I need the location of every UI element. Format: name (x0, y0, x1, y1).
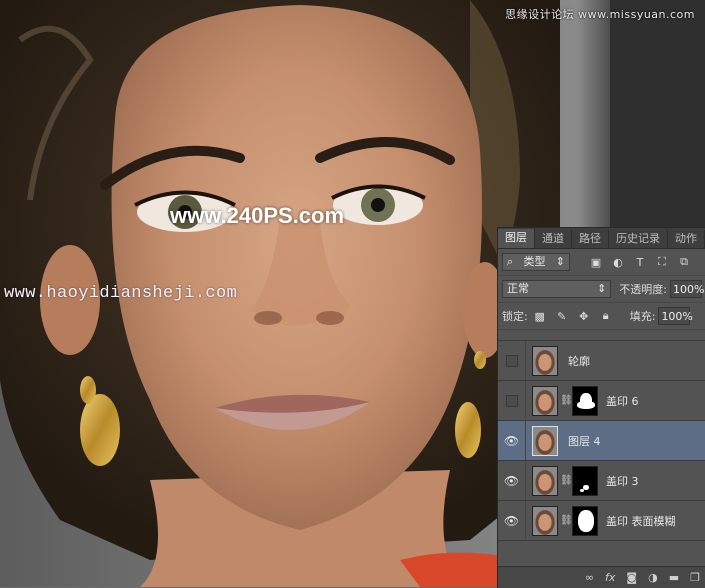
lock-row: 锁定: ▩ ✎ ✥ 🔒︎ 填充: 100% (498, 303, 705, 330)
updown-icon: ⇕ (555, 255, 565, 268)
visibility-toggle[interactable] (498, 341, 526, 380)
opacity-input[interactable]: 100% (670, 280, 704, 298)
smart-object-filter-icon[interactable]: ⧉ (676, 254, 692, 270)
layer-name: 图层 4 (568, 434, 601, 448)
layer-filter-row: ⌕ 类型 ⇕ ▣ ◐ T ⛶ ⧉ (498, 249, 705, 276)
adjustment-filter-icon[interactable]: ◐ (610, 254, 626, 270)
tab-history[interactable]: 历史记录 (609, 230, 668, 248)
layer-row-partial (498, 330, 705, 341)
layer-mask-thumbnail[interactable] (572, 505, 598, 536)
hidden-box-icon (505, 394, 518, 407)
layer-thumbnail (532, 345, 558, 376)
hidden-box-icon (505, 354, 518, 367)
layer-row-stamp-6[interactable]: ⛓ 盖印 6 (498, 381, 705, 421)
eye-icon: 👁︎ (503, 473, 520, 488)
fill-input[interactable]: 100% (658, 307, 693, 325)
layer-thumbnail (532, 385, 558, 416)
lock-label: 锁定: (502, 310, 528, 323)
layer-name: 盖印 表面模糊 (606, 514, 676, 528)
new-layer-icon[interactable]: ❐ (690, 571, 700, 584)
layer-name: 盖印 3 (606, 474, 639, 488)
forum-watermark: 思缘设计论坛 www.missyuan.com (505, 8, 695, 21)
visibility-toggle[interactable]: 👁︎ (498, 501, 526, 540)
layer-mask-thumbnail[interactable] (572, 385, 598, 416)
layer-thumbnail (532, 425, 558, 456)
tab-paths[interactable]: 路径 (572, 230, 609, 248)
lock-image-icon[interactable]: ✎ (554, 308, 570, 324)
eye-icon: 👁︎ (503, 513, 520, 528)
tab-channels[interactable]: 通道 (535, 230, 572, 248)
image-filter-icon[interactable]: ▣ (588, 254, 604, 270)
fill-label: 填充: (629, 310, 656, 323)
url-watermark: www.haoyidiansheji.com (4, 284, 238, 303)
visibility-toggle[interactable]: 👁︎ (498, 421, 526, 460)
layer-row-stamp-surface-blur[interactable]: 👁︎ ⛓ 盖印 表面模糊 (498, 501, 705, 541)
filter-kind-label: 类型 (523, 255, 546, 268)
filter-kind-select[interactable]: ⌕ 类型 ⇕ (502, 253, 570, 271)
layer-name: 轮廓 (568, 354, 590, 368)
layer-thumbnail (532, 505, 558, 536)
visibility-toggle[interactable]: 👁︎ (498, 461, 526, 500)
chain-link-icon[interactable]: ⛓ (560, 475, 573, 486)
layers-panel: 图层 通道 路径 历史记录 动作 ⌕ 类型 ⇕ ▣ ◐ T ⛶ ⧉ 正常 ⇕ 不… (497, 227, 705, 588)
shape-filter-icon[interactable]: ⛶ (654, 254, 670, 270)
adjustment-icon[interactable]: ◑ (648, 571, 658, 584)
layer-thumbnail (532, 465, 558, 496)
link-icon[interactable]: ∞ (585, 571, 594, 584)
blend-row: 正常 ⇕ 不透明度: 100% (498, 276, 705, 303)
type-filter-icon[interactable]: T (632, 254, 648, 270)
lock-position-icon[interactable]: ✥ (576, 308, 592, 324)
site-watermark: www.240PS.com (170, 203, 345, 228)
layer-name: 盖印 6 (606, 394, 639, 408)
tab-layers[interactable]: 图层 (498, 229, 535, 248)
tab-actions[interactable]: 动作 (668, 230, 705, 248)
add-mask-icon[interactable]: ◙ (626, 571, 637, 584)
lock-all-icon[interactable]: 🔒︎ (598, 308, 614, 324)
layer-row-stamp-3[interactable]: 👁︎ ⛓ 盖印 3 (498, 461, 705, 501)
visibility-toggle[interactable] (498, 381, 526, 420)
blend-mode-select[interactable]: 正常 ⇕ (502, 280, 612, 298)
panel-tab-bar: 图层 通道 路径 历史记录 动作 (498, 228, 705, 249)
layer-row-layer-4[interactable]: 👁︎ 图层 4 (498, 421, 705, 461)
opacity-label: 不透明度: (619, 283, 667, 296)
search-icon: ⌕ (507, 255, 514, 268)
group-folder-icon[interactable]: ▬ (669, 571, 679, 584)
layer-mask-thumbnail[interactable] (572, 465, 598, 496)
layer-row-outline[interactable]: 轮廓 (498, 341, 705, 381)
panel-footer: ∞ fx ◙ ◑ ▬ ❐ (498, 566, 705, 588)
lock-transparent-icon[interactable]: ▩ (532, 308, 548, 324)
blend-mode-label: 正常 (507, 282, 529, 295)
chain-link-icon[interactable]: ⛓ (560, 395, 573, 406)
updown-icon: ⇕ (597, 282, 607, 295)
eye-icon: 👁︎ (503, 433, 520, 448)
chain-link-icon[interactable]: ⛓ (560, 515, 573, 526)
fx-icon[interactable]: fx (605, 571, 615, 584)
